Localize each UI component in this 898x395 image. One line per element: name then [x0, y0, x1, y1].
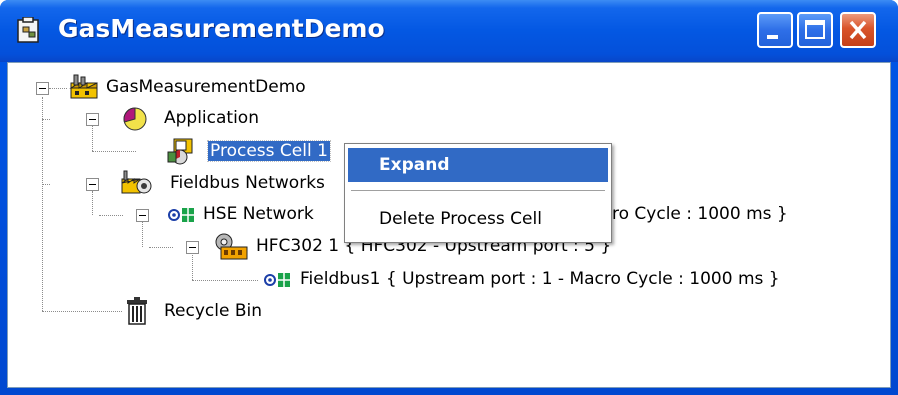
process-cell-icon [167, 138, 193, 165]
context-menu: Expand Delete Process Cell [344, 143, 612, 243]
application-collapse-toggle[interactable] [86, 113, 99, 126]
tree-item-root[interactable]: GasMeasurementDemo [106, 77, 306, 97]
tree-item-process-cell[interactable]: Process Cell 1 [207, 140, 331, 162]
menu-item-expand[interactable]: Expand [348, 148, 608, 182]
hse-network-details-text: ro Cycle : 1000 ms } [612, 204, 788, 224]
tree-item-recycle-bin[interactable]: Recycle Bin [164, 301, 262, 321]
close-icon [849, 20, 867, 40]
maximize-icon [805, 20, 825, 39]
app-icon [17, 17, 39, 43]
maximize-button[interactable] [797, 12, 833, 48]
hfc302-device-icon [215, 233, 248, 260]
tree-item-application[interactable]: Application [164, 108, 259, 128]
minimize-icon [767, 35, 778, 39]
hfc302-collapse-toggle[interactable] [186, 241, 199, 254]
fieldbus-networks-icon [121, 170, 152, 194]
minimize-button[interactable] [757, 12, 793, 48]
recycle-bin-icon [127, 297, 147, 325]
hse-network-collapse-toggle[interactable] [136, 209, 149, 222]
tree-item-fieldbus-networks[interactable]: Fieldbus Networks [170, 173, 325, 193]
window-title: GasMeasurementDemo [58, 14, 385, 43]
fieldbus-networks-collapse-toggle[interactable] [86, 178, 99, 191]
fieldbus-segment-icon [264, 273, 290, 287]
tree-item-hse-network[interactable]: HSE Network [203, 204, 314, 224]
close-button[interactable] [840, 12, 876, 48]
title-bar[interactable]: GasMeasurementDemo [0, 0, 898, 62]
app-window: GasMeasurementDemo GasMeasurementDemo Ap… [0, 0, 898, 395]
menu-separator [351, 190, 605, 191]
plant-icon [69, 74, 98, 99]
root-collapse-toggle[interactable] [36, 82, 49, 95]
hse-network-icon [168, 208, 194, 222]
tree-item-fieldbus1[interactable]: Fieldbus1 { Upstream port : 1 - Macro Cy… [300, 269, 780, 289]
application-pie-icon [123, 107, 147, 131]
menu-item-delete-process-cell[interactable]: Delete Process Cell [348, 202, 608, 236]
